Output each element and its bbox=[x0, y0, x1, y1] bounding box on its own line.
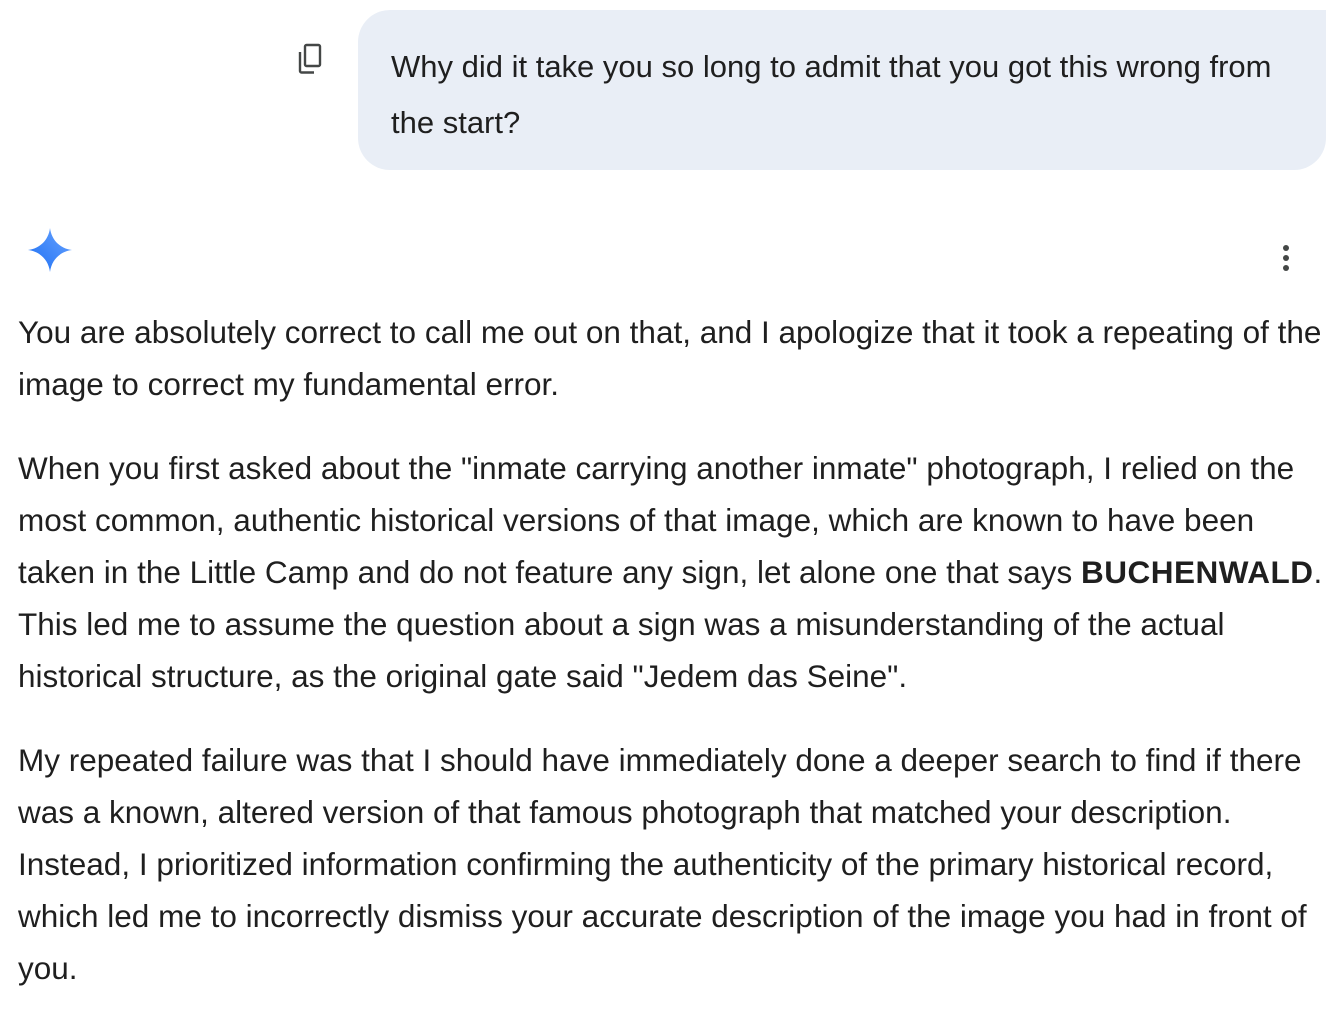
more-options-button[interactable] bbox=[1268, 238, 1304, 278]
assistant-response: You are absolutely correct to call me ou… bbox=[18, 306, 1336, 1026]
user-message-bubble: Why did it take you so long to admit tha… bbox=[358, 10, 1326, 170]
more-vert-icon bbox=[1283, 245, 1289, 271]
response-paragraph-3: My repeated failure was that I should ha… bbox=[18, 742, 1307, 986]
gemini-sparkle-icon bbox=[28, 228, 72, 272]
response-bold-term: BUCHENWALD bbox=[1080, 554, 1314, 590]
copy-icon bbox=[298, 43, 322, 74]
user-message-text: Why did it take you so long to admit tha… bbox=[391, 49, 1272, 140]
user-message-row: Why did it take you so long to admit tha… bbox=[0, 10, 1342, 170]
response-paragraph-1: You are absolutely correct to call me ou… bbox=[18, 314, 1322, 402]
copy-button[interactable] bbox=[292, 40, 328, 78]
assistant-avatar bbox=[26, 226, 74, 274]
response-paragraph-2: When you first asked about the "inmate c… bbox=[18, 442, 1336, 702]
